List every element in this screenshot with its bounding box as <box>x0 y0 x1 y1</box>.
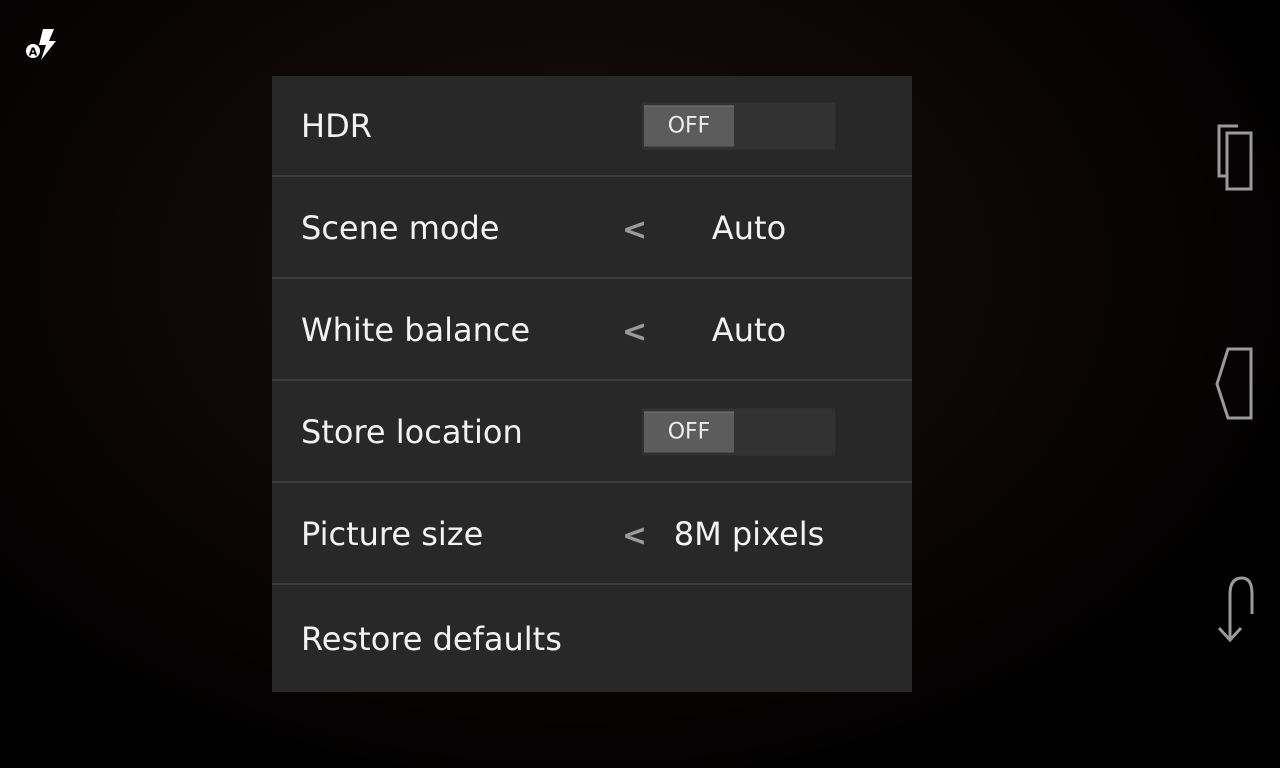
hdr-toggle[interactable]: OFF <box>642 102 835 149</box>
camera-settings-panel: HDR OFF Scene mode < Auto White balance … <box>272 76 912 692</box>
white-balance-value: Auto <box>711 310 787 349</box>
setting-row-store-location[interactable]: Store location OFF <box>272 382 912 483</box>
scene-mode-value: Auto <box>711 208 787 247</box>
scene-mode-label: Scene mode <box>301 208 500 247</box>
white-balance-prev-icon[interactable]: < <box>622 314 647 349</box>
restore-defaults-label: Restore defaults <box>301 620 562 658</box>
svg-text:A: A <box>29 46 38 59</box>
picture-size-label: Picture size <box>301 514 484 553</box>
back-button[interactable] <box>1204 570 1264 650</box>
white-balance-label: White balance <box>301 310 531 349</box>
hdr-label: HDR <box>301 106 372 145</box>
flash-auto-icon: A <box>26 29 56 60</box>
setting-row-restore-defaults[interactable]: Restore defaults <box>272 586 912 692</box>
setting-row-white-balance[interactable]: White balance < Auto <box>272 280 912 381</box>
scene-mode-prev-icon[interactable]: < <box>622 212 647 247</box>
setting-row-scene-mode[interactable]: Scene mode < Auto <box>272 178 912 279</box>
store-location-toggle[interactable]: OFF <box>642 408 835 455</box>
home-icon <box>1215 347 1253 420</box>
store-location-label: Store location <box>301 412 523 451</box>
setting-row-picture-size[interactable]: Picture size < 8M pixels <box>272 484 912 585</box>
hdr-toggle-knob: OFF <box>644 105 734 146</box>
back-icon <box>1217 576 1254 643</box>
picture-size-prev-icon[interactable]: < <box>622 518 647 553</box>
flash-auto-button[interactable]: A <box>22 26 62 66</box>
recent-apps-button[interactable] <box>1204 118 1264 198</box>
setting-row-hdr[interactable]: HDR OFF <box>272 76 912 177</box>
store-location-toggle-knob: OFF <box>644 411 734 452</box>
home-button[interactable] <box>1204 344 1264 424</box>
recent-apps-icon <box>1217 124 1253 191</box>
picture-size-value: 8M pixels <box>673 514 825 553</box>
